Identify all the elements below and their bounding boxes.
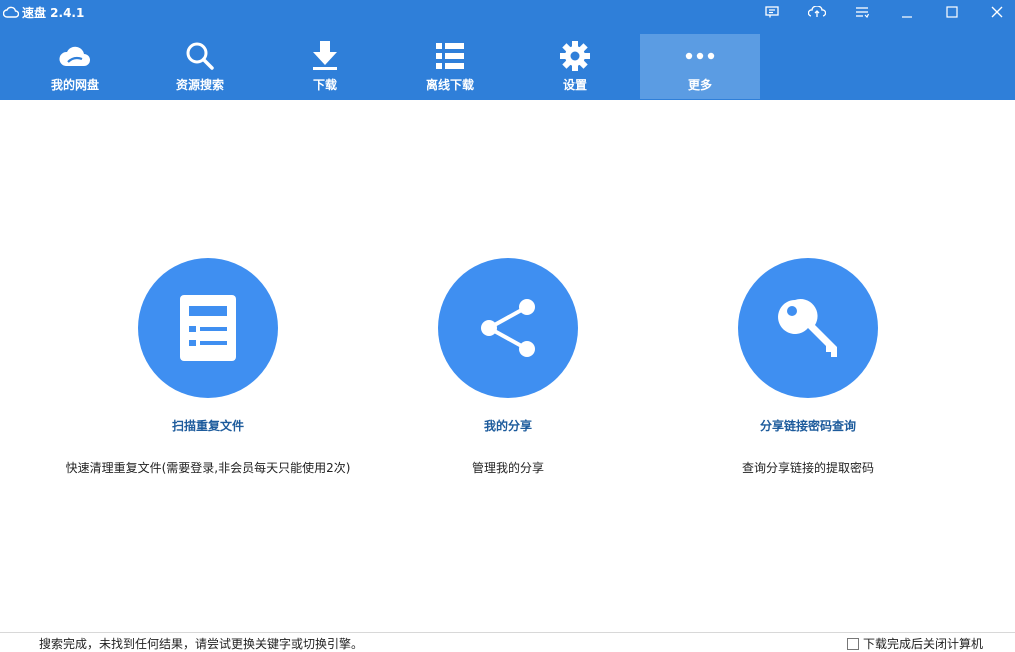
skin-icon — [808, 6, 826, 17]
tab-label: 下载 — [312, 78, 337, 92]
tab-label: 更多 — [687, 78, 712, 92]
tab-offline-download[interactable]: 离线下载 — [390, 34, 510, 99]
feature-title[interactable]: 我的分享 — [484, 418, 532, 434]
tab-resource-search[interactable]: 资源搜索 — [140, 34, 260, 99]
scan-duplicates-button[interactable] — [138, 258, 278, 398]
feedback-button[interactable] — [759, 2, 785, 22]
tab-download[interactable]: 下载 — [265, 34, 385, 99]
app-title-text: 速盘 2.4.1 — [22, 5, 85, 20]
feature-title[interactable]: 分享链接密码查询 — [760, 418, 856, 434]
close-icon — [991, 6, 1003, 18]
minimize-button[interactable] — [894, 2, 920, 22]
gear-icon — [560, 41, 590, 71]
feature-share-password-lookup: 分享链接密码查询 查询分享链接的提取密码 — [658, 258, 958, 476]
list-icon — [436, 43, 464, 69]
tab-my-cloud[interactable]: 我的网盘 — [15, 34, 135, 99]
feature-title[interactable]: 扫描重复文件 — [172, 418, 244, 434]
minimize-icon — [902, 16, 912, 18]
skin-button[interactable] — [804, 2, 830, 22]
maximize-button[interactable] — [939, 2, 965, 22]
tab-label: 离线下载 — [425, 78, 474, 92]
document-list-icon — [180, 295, 236, 361]
app-logo-icon — [3, 6, 19, 18]
tab-more[interactable]: 更多 — [640, 34, 760, 99]
tab-settings[interactable]: 设置 — [515, 34, 635, 99]
download-icon — [313, 41, 337, 70]
shutdown-checkbox[interactable] — [847, 638, 859, 650]
shutdown-after-download-option[interactable]: 下载完成后关闭计算机 — [847, 636, 983, 652]
feature-my-share: 我的分享 管理我的分享 — [358, 258, 658, 476]
maximize-icon — [946, 6, 958, 18]
share-icon — [481, 299, 535, 357]
feature-description: 管理我的分享 — [471, 461, 544, 475]
menu-button[interactable] — [849, 2, 875, 22]
app-title: 速盘 2.4.1 — [3, 3, 84, 21]
more-icon — [685, 52, 715, 60]
top-bar: 速盘 2.4.1 我的网盘 资源搜索 下载 离线下载 设置 更多 — [0, 0, 1015, 100]
key-icon — [778, 299, 837, 357]
status-message: 搜索完成，未找到任何结果，请尝试更换关键字或切换引擎。 — [39, 637, 364, 651]
feature-description: 快速清理重复文件(需要登录,非会员每天只能使用2次) — [65, 461, 351, 475]
menu-icon — [856, 7, 869, 18]
my-share-button[interactable] — [438, 258, 578, 398]
status-bar: 搜索完成，未找到任何结果，请尝试更换关键字或切换引擎。 下载完成后关闭计算机 — [0, 632, 1015, 652]
tab-label: 资源搜索 — [175, 78, 224, 92]
feedback-icon — [765, 6, 779, 18]
shutdown-label[interactable]: 下载完成后关闭计算机 — [863, 636, 983, 652]
feature-scan-duplicates: 扫描重复文件 快速清理重复文件(需要登录,非会员每天只能使用2次) — [58, 258, 358, 476]
tab-label: 我的网盘 — [50, 78, 99, 92]
feature-description: 查询分享链接的提取密码 — [741, 461, 874, 475]
close-button[interactable] — [984, 2, 1010, 22]
tab-label: 设置 — [562, 78, 587, 92]
search-icon — [186, 42, 214, 70]
cloud-icon — [59, 46, 90, 66]
share-password-lookup-button[interactable] — [738, 258, 878, 398]
